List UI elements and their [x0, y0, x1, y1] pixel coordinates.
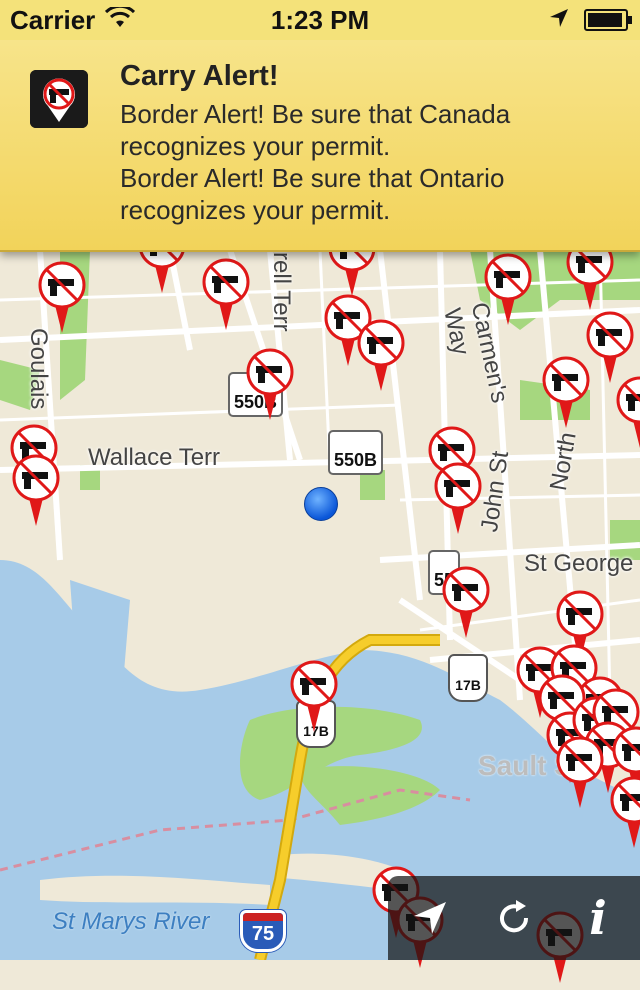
gun-restricted-marker[interactable]	[586, 311, 634, 385]
street-label-goulais: Goulais	[25, 328, 52, 410]
gun-restricted-marker[interactable]	[484, 253, 532, 327]
gun-restricted-marker[interactable]	[542, 356, 590, 430]
location-services-icon	[548, 5, 570, 36]
gun-restricted-marker[interactable]	[12, 454, 60, 528]
battery-level	[588, 13, 623, 27]
route-shield-17b: 17B	[448, 654, 488, 702]
alert-title: Carry Alert!	[120, 60, 279, 92]
alert-messages: Border Alert! Be sure that Canada recogn…	[120, 98, 620, 226]
gun-restricted-marker[interactable]	[610, 776, 640, 850]
map-toolbar: i	[388, 876, 640, 960]
battery-icon	[584, 9, 632, 31]
gun-restricted-marker[interactable]	[556, 736, 604, 810]
wifi-icon	[105, 4, 136, 36]
street-label-rell-terr: rell Terr	[268, 252, 295, 332]
location-arrow-icon[interactable]	[400, 888, 460, 948]
refresh-icon[interactable]	[484, 888, 544, 948]
alert-message: Border Alert! Be sure that Canada recogn…	[120, 99, 511, 161]
info-button[interactable]: i	[568, 888, 628, 948]
water-label-st-marys-river: St Marys River	[52, 908, 210, 935]
gun-restricted-marker[interactable]	[357, 319, 405, 393]
route-shield-550b: 550B	[328, 430, 384, 475]
current-location-dot	[304, 487, 338, 521]
carrier-label: Carrier	[10, 4, 96, 35]
carry-alert-banner[interactable]: Carry Alert! Border Alert! Be sure that …	[0, 40, 640, 252]
street-label-wallace-terr: Wallace Terr	[88, 444, 221, 471]
alert-message: Border Alert! Be sure that Ontario recog…	[120, 163, 505, 225]
interstate-shield-75: 75	[240, 910, 286, 952]
gun-restricted-marker[interactable]	[616, 376, 640, 450]
gun-restricted-marker[interactable]	[202, 258, 250, 332]
gun-restricted-icon	[30, 70, 88, 128]
street-label-st-george: St George	[524, 550, 634, 577]
gun-restricted-marker[interactable]	[246, 348, 294, 422]
gun-restricted-marker[interactable]	[38, 261, 86, 335]
gun-restricted-marker[interactable]	[442, 566, 490, 640]
gun-restricted-marker[interactable]	[434, 462, 482, 536]
status-bar: Carrier 1:23 PM	[0, 0, 640, 40]
gun-restricted-marker[interactable]	[290, 660, 338, 734]
